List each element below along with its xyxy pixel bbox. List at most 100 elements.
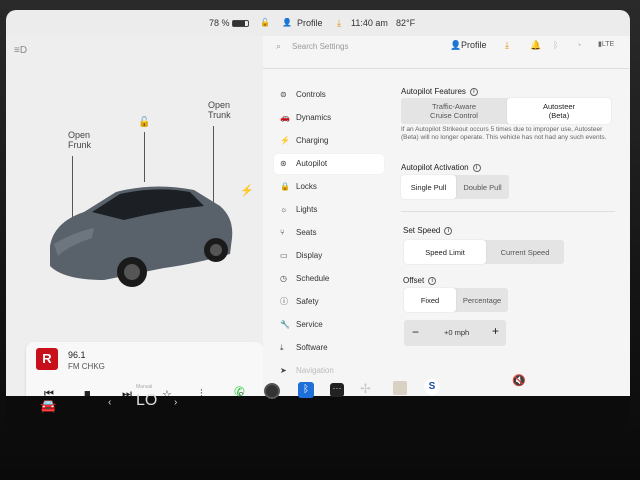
nav-item-label: Software [296,343,328,352]
safety-icon: ⓘ [280,297,288,306]
nav-item-label: Lights [296,205,318,214]
headlight-icon[interactable]: ≡D [14,46,27,56]
open-trunk-button[interactable]: Open Trunk [208,100,231,120]
temp-right-chevron-icon[interactable]: › [174,397,177,408]
fan-icon[interactable]: ✢ [360,381,371,397]
signal-lte-icon: ▮LTE [598,41,615,48]
clock-icon: ◷ [280,274,287,283]
station-name: 96.1 [68,350,86,360]
bluetooth-icon[interactable]: ᛒ [553,40,558,50]
nav-item-label: Schedule [296,274,330,283]
toggle-icon: ⊜ [280,90,287,99]
bell-icon[interactable]: 🔔 [530,40,541,51]
autopilot-activation-title: Autopilot Activation i [401,163,481,172]
mute-icon[interactable]: 🔇 [512,374,526,387]
download-icon: ⤓ [337,18,341,28]
increase-offset-button[interactable]: + [492,324,499,338]
nav-item-safety[interactable]: ⓘ Safety [274,292,384,312]
nav-item-label: Safety [296,297,319,306]
nav-item-label: Navigation [296,366,334,375]
settings-profile-button[interactable]: Profile [461,40,487,50]
nav-item-service[interactable]: 🔧 Service [274,315,384,335]
nav-item-locks[interactable]: 🔒 Locks [274,177,384,197]
camera-icon[interactable] [264,383,280,399]
autopilot-features-title: Autopilot Features i [401,87,478,96]
phone-icon[interactable]: ✆ [234,384,245,400]
nav-item-label: Dynamics [296,113,332,122]
tacc-option[interactable]: Traffic-Aware Cruise Control [401,98,507,124]
nav-item-seats[interactable]: ⑂ Seats [274,223,384,243]
nav-item-lights[interactable]: ☼ Lights [274,200,384,220]
section-divider [401,211,615,212]
open-frunk-button[interactable]: Open Frunk [68,130,91,150]
bottom-taskbar [6,396,630,448]
car-icon: 🚗 [280,113,290,122]
percentage-option[interactable]: Percentage [456,288,508,312]
header-divider [263,68,629,69]
autosteer-option[interactable]: Autosteer (Beta) [507,98,611,124]
outside-temp: 82°F [396,18,416,28]
bluetooth-app-icon[interactable]: ᛒ [298,382,314,398]
car-icon[interactable]: 🚘 [40,398,56,414]
display-icon: ▭ [280,251,288,260]
vehicle-3d-model [50,186,233,287]
person-icon: 👤 [282,18,292,27]
lock-status-icon[interactable]: 🔓 [260,18,270,27]
offset-title: Offset i [403,276,437,285]
decrease-offset-button[interactable]: − [412,325,419,339]
station-subtitle: FM CHKG [68,362,105,371]
more-apps-icon[interactable]: ··· [330,383,344,397]
info-icon[interactable]: i [444,226,453,235]
nav-item-label: Service [296,320,323,329]
nav-item-display[interactable]: ▭ Display [274,246,384,266]
lock-leader-line [144,132,145,182]
set-speed-segmented: Speed Limit Current Speed [404,240,564,264]
station-logo: R [36,348,58,370]
nav-item-label: Seats [296,228,317,237]
seat-icon: ⑂ [280,228,285,237]
fixed-option[interactable]: Fixed [404,288,456,312]
set-speed-title: Set Speed i [403,226,453,235]
offset-segmented: Fixed Percentage [404,288,508,312]
cabin-temp[interactable]: LO [136,392,157,410]
nav-item-charging[interactable]: ⚡ Charging [274,131,384,151]
battery-percent: 78 % [209,18,230,28]
nav-item-dynamics[interactable]: 🚗 Dynamics [274,108,384,128]
bolt-icon: ⚡ [280,136,290,145]
toybox-icon[interactable] [393,381,407,395]
nav-item-navigation[interactable]: ➤ Navigation [274,361,384,381]
settings-search-input[interactable]: Search Settings [292,42,348,51]
nav-item-software[interactable]: ⤓ Software [274,338,384,358]
wifi-icon[interactable]: ◔ [576,40,581,50]
double-pull-option[interactable]: Double Pull [456,175,509,199]
speed-limit-option[interactable]: Speed Limit [404,240,486,264]
search-icon: ⌕ [276,41,282,51]
profile-button[interactable]: Profile [297,18,323,28]
nav-item-label: Autopilot [296,159,328,168]
download-icon: ⤓ [280,343,284,352]
current-speed-option[interactable]: Current Speed [486,240,564,264]
nav-item-label: Controls [296,90,326,99]
info-icon[interactable]: i [472,163,481,172]
nav-item-schedule[interactable]: ◷ Schedule [274,269,384,289]
single-pull-option[interactable]: Single Pull [401,175,456,199]
nav-item-label: Display [296,251,323,260]
offset-value: +0 mph [444,328,470,337]
autopilot-features-segmented: Traffic-Aware Cruise Control Autosteer (… [401,98,611,124]
unlock-icon[interactable]: 🔓 [138,118,150,128]
nav-item-label: Locks [296,182,317,191]
app-s-icon[interactable]: S [424,379,440,395]
light-icon: ☼ [280,205,288,214]
info-icon[interactable]: i [469,87,478,96]
nav-icon: ➤ [280,366,287,375]
battery-icon [232,20,249,27]
temp-left-chevron-icon[interactable]: ‹ [108,397,111,408]
info-icon[interactable]: i [428,276,437,285]
status-bar: 78 % 🔓 👤 Profile ⤓ 11:40 am 82°F [6,10,630,36]
offset-stepper: − +0 mph + [404,320,506,346]
nav-item-controls[interactable]: ⊜ Controls [274,85,384,105]
wrench-icon: 🔧 [280,320,290,329]
nav-item-autopilot[interactable]: ⊛ Autopilot [274,154,384,174]
software-update-icon[interactable]: ⤓ [505,40,509,51]
clock-time: 11:40 am [351,18,388,28]
